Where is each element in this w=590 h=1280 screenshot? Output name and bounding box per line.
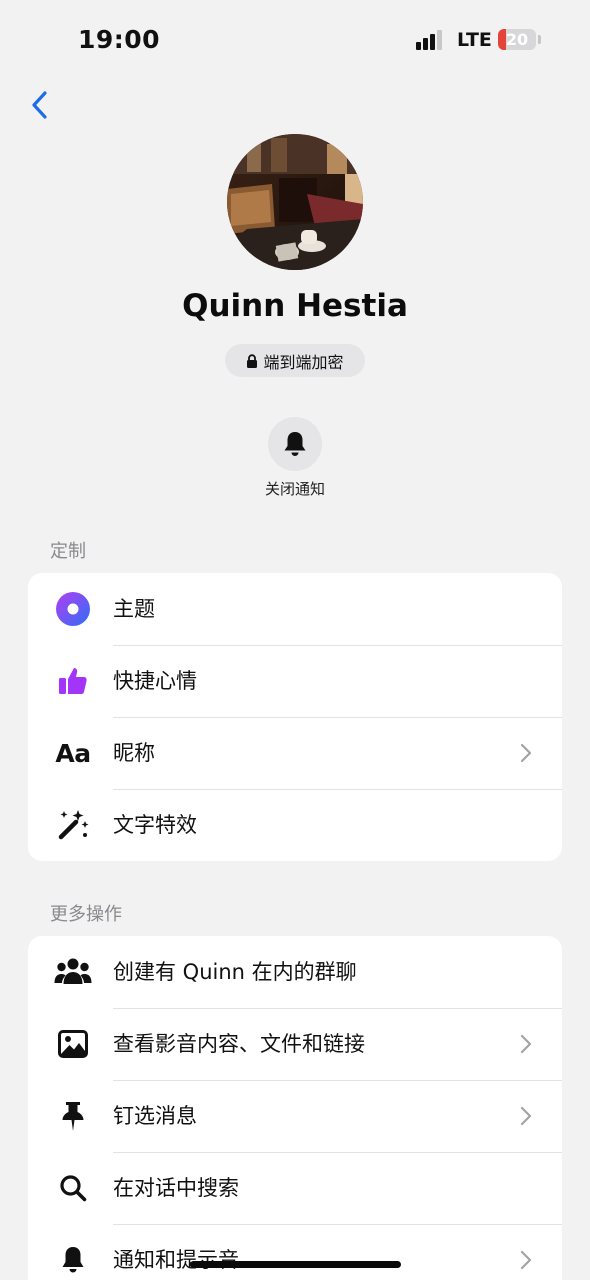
chevron-right-icon [520, 1250, 532, 1270]
home-indicator[interactable] [190, 1261, 401, 1268]
row-label: 通知和提示音 [113, 1248, 239, 1272]
encryption-badge[interactable]: 端到端加密 [225, 344, 365, 377]
avatar[interactable] [227, 134, 363, 270]
search-icon [54, 1170, 92, 1206]
bell-icon [284, 432, 306, 456]
contact-name: Quinn Hestia [182, 288, 408, 324]
section-title-more-actions: 更多操作 [50, 904, 122, 925]
battery-icon: 20 [498, 29, 536, 50]
back-button[interactable] [26, 88, 56, 122]
group-icon [54, 954, 92, 990]
row-label: 查看影音内容、文件和链接 [113, 1032, 365, 1056]
row-label: 昵称 [113, 741, 155, 765]
encryption-label: 端到端加密 [263, 352, 344, 372]
mute-notifications-button[interactable] [268, 417, 322, 471]
signal-strength-icon [416, 30, 446, 50]
row-text-effects[interactable]: 文字特效 [28, 789, 562, 861]
row-label: 创建有 Quinn 在内的群聊 [113, 960, 357, 984]
more-actions-card: 创建有 Quinn 在内的群聊 查看影音内容、文件和链接 钉选消息 在对话中搜索… [28, 936, 562, 1280]
chevron-left-icon [32, 91, 47, 119]
row-quick-reaction[interactable]: 快捷心情 [28, 645, 562, 717]
pin-icon [54, 1098, 92, 1134]
row-pinned-messages[interactable]: 钉选消息 [28, 1080, 562, 1152]
bell-icon [54, 1242, 92, 1278]
chevron-right-icon [520, 1106, 532, 1126]
battery-nub [538, 35, 541, 44]
chevron-right-icon [520, 1034, 532, 1054]
battery-level: 20 [505, 30, 529, 49]
row-label: 主题 [113, 597, 155, 621]
section-title-customize: 定制 [50, 541, 86, 562]
status-time: 19:00 [78, 25, 161, 54]
lock-icon [247, 353, 258, 368]
row-nickname[interactable]: Aa 昵称 [28, 717, 562, 789]
row-theme[interactable]: 主题 [28, 573, 562, 645]
status-bar: 19:00 LTE 20 [0, 0, 590, 80]
font-aa-icon: Aa [55, 738, 91, 768]
row-label: 在对话中搜索 [113, 1176, 239, 1200]
magic-wand-icon [54, 807, 92, 843]
row-create-group[interactable]: 创建有 Quinn 在内的群聊 [28, 936, 562, 1008]
thumbs-up-icon [54, 663, 92, 699]
row-search-in-conversation[interactable]: 在对话中搜索 [28, 1152, 562, 1224]
image-icon [54, 1026, 92, 1062]
row-label: 文字特效 [113, 813, 197, 837]
theme-circle-icon [54, 591, 92, 627]
network-type: LTE [457, 29, 492, 51]
mute-notifications-label: 关闭通知 [264, 480, 325, 498]
row-label: 快捷心情 [113, 669, 197, 693]
row-media-files-links[interactable]: 查看影音内容、文件和链接 [28, 1008, 562, 1080]
row-label: 钉选消息 [113, 1104, 197, 1128]
chevron-right-icon [520, 743, 532, 763]
row-notifications-sounds[interactable]: 通知和提示音 [28, 1224, 562, 1280]
customize-card: 主题 快捷心情 Aa 昵称 文字特效 [28, 573, 562, 861]
